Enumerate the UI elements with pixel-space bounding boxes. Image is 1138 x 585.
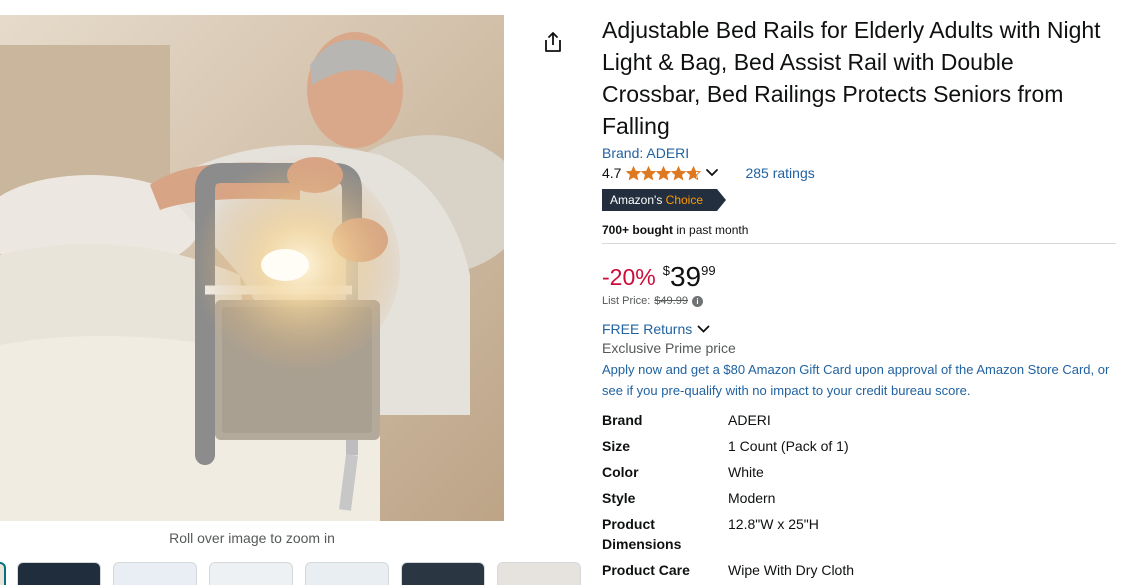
spec-value: White	[728, 464, 764, 480]
free-returns-label: FREE Returns	[602, 321, 693, 337]
rating-row: 4.7 285 ratings	[602, 163, 1118, 183]
spec-key: Style	[602, 490, 636, 506]
product-info: Adjustable Bed Rails for Elderly Adults …	[602, 14, 1118, 583]
spec-key: Size	[602, 438, 631, 454]
brand-link[interactable]: Brand: ADERI	[602, 144, 1118, 162]
list-price-value: $49.99	[654, 295, 688, 307]
price-fraction: 99	[701, 263, 716, 278]
thumbnail-5[interactable]	[305, 562, 389, 585]
thumbnail-strip	[0, 562, 590, 585]
price-row: -20% $ 39 99	[602, 262, 1118, 292]
spec-value: Wipe With Dry Cloth	[728, 562, 855, 578]
spec-value: 12.8"W x 25"H	[728, 516, 819, 532]
star-icon	[656, 165, 672, 180]
spec-row: Style Modern	[602, 485, 1118, 511]
rating-value: 4.7	[602, 165, 622, 181]
info-icon[interactable]: i	[691, 295, 703, 307]
spec-key: Brand	[602, 412, 643, 428]
share-icon[interactable]	[542, 30, 564, 54]
amazons-choice-badge: Amazon's Choice	[602, 189, 727, 211]
star-icon	[626, 165, 642, 180]
list-price: List Price: $49.99 i	[602, 295, 1118, 307]
thumbnail-6[interactable]	[401, 562, 485, 585]
spec-key: Product Care	[602, 562, 690, 578]
discount-percent: -20%	[602, 264, 656, 290]
spec-row: Brand ADERI	[602, 407, 1118, 433]
prime-price-text: Exclusive Prime price	[602, 340, 736, 356]
spec-key: Color	[602, 464, 639, 480]
bought-count: 700+ bought in past month	[602, 223, 1118, 237]
spec-row: Product Dimensions 12.8"W x 25"H	[602, 511, 1118, 557]
star-icon	[671, 165, 687, 180]
chevron-down-icon	[697, 325, 710, 333]
store-card-offer-link[interactable]: Apply now and get a $80 Amazon Gift Card…	[602, 359, 1118, 401]
price-symbol: $	[662, 263, 670, 278]
spec-value: ADERI	[728, 412, 771, 428]
star-rating[interactable]	[626, 165, 702, 181]
spec-key: Product Dimensions	[602, 516, 682, 552]
thumbnail-4[interactable]	[209, 562, 293, 585]
ratings-count-link[interactable]: 285 ratings	[745, 165, 814, 181]
star-icon	[641, 165, 657, 180]
thumbnail-7[interactable]	[497, 562, 581, 585]
bought-bold: 700+ bought	[602, 223, 674, 237]
spec-row: Color White	[602, 459, 1118, 485]
product-specs-table: Brand ADERI Size 1 Count (Pack of 1) Col…	[602, 407, 1118, 583]
spec-value: Modern	[728, 490, 776, 506]
price-whole: 39	[669, 261, 702, 292]
bought-rest: in past month	[673, 223, 749, 237]
zoom-hint: Roll over image to zoom in	[169, 530, 335, 546]
divider	[602, 243, 1116, 244]
chevron-down-icon[interactable]	[705, 168, 719, 178]
star-icon	[686, 165, 702, 180]
list-price-label: List Price:	[602, 295, 651, 307]
spec-row: Product Care Wipe With Dry Cloth	[602, 557, 1118, 583]
badge-prefix: Amazon's	[610, 193, 663, 207]
badge-suffix: Choice	[665, 193, 704, 207]
spec-row: Size 1 Count (Pack of 1)	[602, 433, 1118, 459]
product-title: Adjustable Bed Rails for Elderly Adults …	[602, 17, 1101, 139]
product-main-image[interactable]	[0, 15, 504, 521]
spec-value: 1 Count (Pack of 1)	[728, 438, 849, 454]
thumbnail-3[interactable]	[113, 562, 197, 585]
free-returns-link[interactable]: FREE Returns	[602, 321, 1118, 337]
thumbnail-2[interactable]	[17, 562, 101, 585]
thumbnail-1[interactable]	[0, 562, 6, 585]
